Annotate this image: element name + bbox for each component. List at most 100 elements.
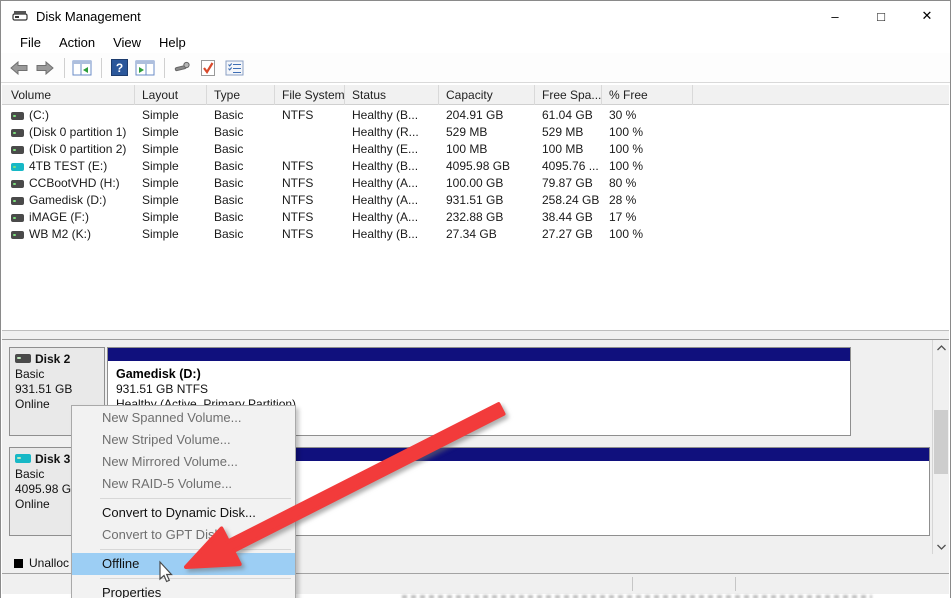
volume-table-header: VolumeLayoutTypeFile SystemStatusCapacit…: [2, 85, 949, 105]
disk-icon: [15, 354, 31, 363]
menubar: FileActionViewHelp: [1, 31, 950, 53]
table-row[interactable]: 4TB TEST (E:)SimpleBasicNTFSHealthy (B..…: [2, 158, 949, 175]
table-row[interactable]: (C:)SimpleBasicNTFSHealthy (B...204.91 G…: [2, 107, 949, 124]
table-row[interactable]: CCBootVHD (H:)SimpleBasicNTFSHealthy (A.…: [2, 175, 949, 192]
cell-status: Healthy (E...: [345, 141, 439, 158]
menu-separator: [100, 578, 291, 579]
pane-splitter[interactable]: [2, 330, 949, 339]
cell--free: 100 %: [602, 141, 693, 158]
cell-type: Basic: [207, 192, 275, 209]
disk-icon: [15, 454, 31, 463]
menu-item-new-spanned-volume: New Spanned Volume...: [72, 407, 295, 429]
cell-type: Basic: [207, 158, 275, 175]
cell-type: Basic: [207, 226, 275, 243]
toolbar: ?: [1, 53, 950, 83]
column-header-status[interactable]: Status: [345, 85, 439, 105]
cell-file-system: NTFS: [275, 107, 345, 124]
forward-icon[interactable]: [33, 56, 57, 80]
menu-item-offline[interactable]: Offline: [72, 553, 295, 575]
cell-capacity: 232.88 GB: [439, 209, 535, 226]
disk-name: Disk 2: [35, 352, 70, 367]
cell-status: Healthy (B...: [345, 226, 439, 243]
disk-drive-icon: [12, 10, 28, 23]
menu-item-new-raid-5-volume: New RAID-5 Volume...: [72, 473, 295, 495]
cell-layout: Simple: [135, 107, 207, 124]
cell-free-spa-: 61.04 GB: [535, 107, 602, 124]
cell-free-spa-: 38.44 GB: [535, 209, 602, 226]
table-row[interactable]: WB M2 (K:)SimpleBasicNTFSHealthy (B...27…: [2, 226, 949, 243]
column-header-capacity[interactable]: Capacity: [439, 85, 535, 105]
scroll-up-icon[interactable]: [933, 340, 949, 356]
cell-capacity: 27.34 GB: [439, 226, 535, 243]
column-header-layout[interactable]: Layout: [135, 85, 207, 105]
cell-status: Healthy (A...: [345, 209, 439, 226]
menu-item-properties[interactable]: Properties: [72, 582, 295, 598]
properties-list-icon[interactable]: [222, 56, 246, 80]
menu-action[interactable]: Action: [50, 33, 104, 52]
cell-free-spa-: 258.24 GB: [535, 192, 602, 209]
cell-free-spa-: 100 MB: [535, 141, 602, 158]
table-row[interactable]: iMAGE (F:)SimpleBasicNTFSHealthy (A...23…: [2, 209, 949, 226]
menu-separator: [100, 498, 291, 499]
cell-layout: Simple: [135, 209, 207, 226]
menu-file[interactable]: File: [11, 33, 50, 52]
menu-item-convert-to-dynamic-disk[interactable]: Convert to Dynamic Disk...: [72, 502, 295, 524]
menu-view[interactable]: View: [104, 33, 150, 52]
volume-table: (C:)SimpleBasicNTFSHealthy (B...204.91 G…: [2, 105, 949, 330]
cell--free: 100 %: [602, 158, 693, 175]
unallocated-legend-swatch: [14, 559, 23, 568]
cell-volume: 4TB TEST (E:): [2, 158, 135, 175]
maximize-button[interactable]: □: [858, 1, 904, 31]
unallocated-legend-label: Unalloc: [29, 556, 69, 570]
cell-status: Healthy (B...: [345, 158, 439, 175]
cell--free: 100 %: [602, 226, 693, 243]
column-header--free[interactable]: % Free: [602, 85, 693, 105]
toolbar-separator: [101, 58, 102, 78]
cell-volume: Gamedisk (D:): [2, 192, 135, 209]
column-header-type[interactable]: Type: [207, 85, 275, 105]
cell-free-spa-: 27.27 GB: [535, 226, 602, 243]
disk-context-menu: New Spanned Volume...New Striped Volume.…: [71, 405, 296, 598]
cell--free: 30 %: [602, 107, 693, 124]
menu-item-new-mirrored-volume: New Mirrored Volume...: [72, 451, 295, 473]
cell-capacity: 4095.98 GB: [439, 158, 535, 175]
cell-status: Healthy (A...: [345, 192, 439, 209]
cell-status: Healthy (A...: [345, 175, 439, 192]
partition-color-bar: [108, 348, 850, 361]
action-pane-icon[interactable]: [133, 56, 157, 80]
table-row[interactable]: (Disk 0 partition 1)SimpleBasicHealthy (…: [2, 124, 949, 141]
cell-free-spa-: 4095.76 ...: [535, 158, 602, 175]
table-row[interactable]: (Disk 0 partition 2)SimpleBasicHealthy (…: [2, 141, 949, 158]
cell-file-system: NTFS: [275, 192, 345, 209]
disk-state: Online: [15, 497, 50, 511]
close-button[interactable]: ✕: [904, 1, 950, 31]
vertical-scrollbar[interactable]: [932, 340, 949, 555]
disk-kind: Basic: [15, 467, 44, 481]
help-icon[interactable]: ?: [107, 56, 131, 80]
disk-size: 931.51 GB: [15, 382, 72, 396]
scroll-down-icon[interactable]: [933, 539, 949, 555]
column-header-free-spa-[interactable]: Free Spa...: [535, 85, 602, 105]
status-bar-separator: [632, 577, 633, 591]
cell-type: Basic: [207, 175, 275, 192]
console-tree-icon[interactable]: [70, 56, 94, 80]
scrollbar-thumb[interactable]: [934, 410, 948, 474]
cell-capacity: 204.91 GB: [439, 107, 535, 124]
back-icon[interactable]: [7, 56, 31, 80]
menu-separator: [100, 549, 291, 550]
column-header-volume[interactable]: Volume: [2, 85, 135, 105]
disk-state: Online: [15, 397, 50, 411]
column-header-file-system[interactable]: File System: [275, 85, 345, 105]
menu-item-new-striped-volume: New Striped Volume...: [72, 429, 295, 451]
cell--free: 100 %: [602, 124, 693, 141]
cell-volume: (C:): [2, 107, 135, 124]
wand-icon[interactable]: [170, 56, 194, 80]
cell-layout: Simple: [135, 141, 207, 158]
check-document-icon[interactable]: [196, 56, 220, 80]
status-bar-separator: [735, 577, 736, 591]
menu-help[interactable]: Help: [150, 33, 195, 52]
cell-type: Basic: [207, 124, 275, 141]
minimize-button[interactable]: –: [812, 1, 858, 31]
table-row[interactable]: Gamedisk (D:)SimpleBasicNTFSHealthy (A..…: [2, 192, 949, 209]
disk-size: 4095.98 GB: [15, 482, 79, 496]
